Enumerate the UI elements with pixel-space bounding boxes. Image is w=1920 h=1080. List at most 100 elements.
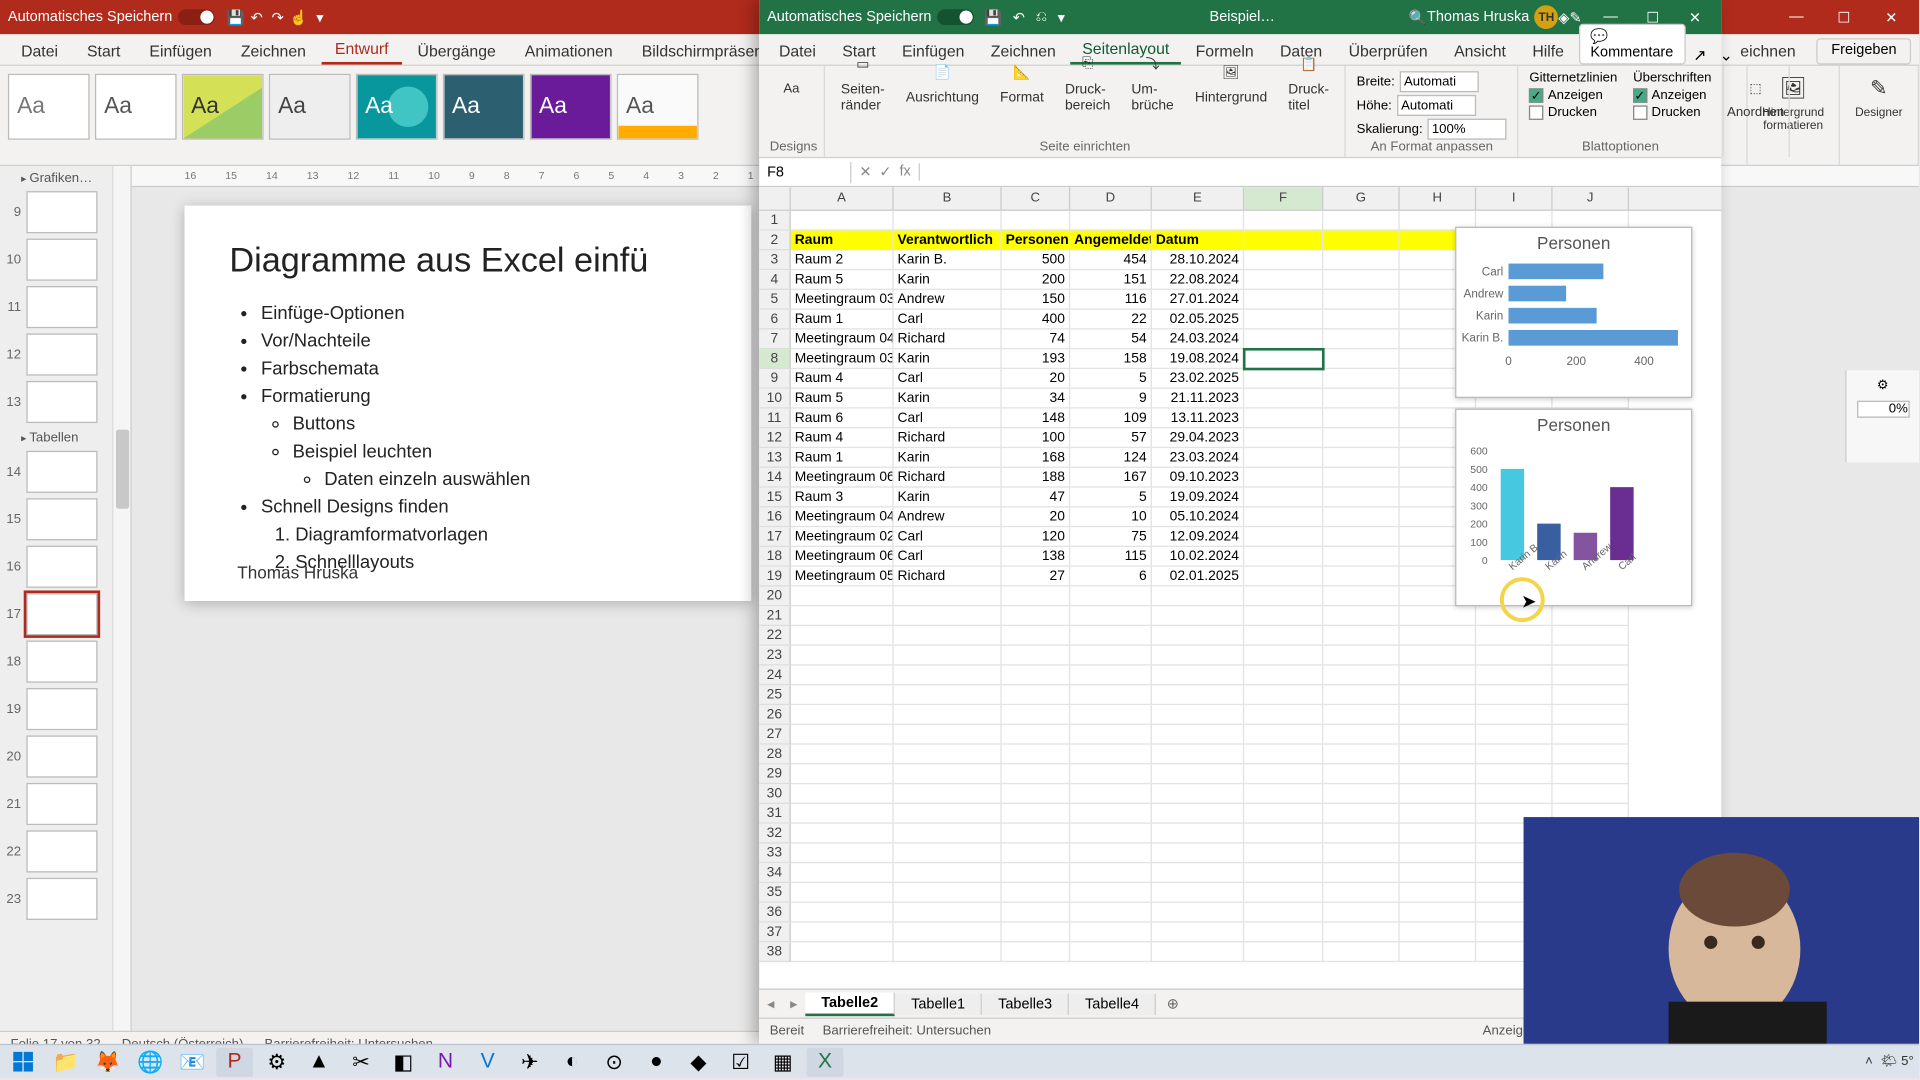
rownum[interactable]: 4: [759, 270, 791, 290]
colhdr-E[interactable]: E: [1152, 187, 1244, 209]
tray-up-icon[interactable]: ˄: [1865, 1054, 1873, 1068]
tab-datei[interactable]: Datei: [8, 38, 71, 64]
cell[interactable]: [1400, 685, 1476, 705]
name-box[interactable]: F8: [759, 161, 851, 182]
cell[interactable]: [1070, 705, 1152, 725]
rownum[interactable]: 8: [759, 349, 791, 369]
rownum[interactable]: 2: [759, 231, 791, 251]
cell[interactable]: [1553, 646, 1629, 666]
cell[interactable]: [1070, 211, 1152, 231]
cell[interactable]: [1323, 290, 1399, 310]
cell[interactable]: [1244, 488, 1323, 508]
cell[interactable]: [1244, 764, 1323, 784]
cell[interactable]: Meetingraum 05: [791, 567, 894, 587]
cell[interactable]: [1152, 626, 1244, 646]
cell[interactable]: [1323, 587, 1399, 607]
cell[interactable]: [1002, 883, 1071, 903]
cell[interactable]: 115: [1070, 547, 1152, 567]
cell[interactable]: [1400, 903, 1476, 923]
cell[interactable]: 12.09.2024: [1152, 527, 1244, 547]
cell[interactable]: [1553, 705, 1629, 725]
cell[interactable]: [1323, 725, 1399, 745]
theme-5[interactable]: Aa: [356, 74, 438, 140]
cell[interactable]: [791, 804, 894, 824]
rownum[interactable]: 38: [759, 942, 791, 962]
cell[interactable]: [1476, 646, 1552, 666]
cell[interactable]: [1070, 844, 1152, 864]
cell[interactable]: 109: [1070, 409, 1152, 429]
cell[interactable]: [1002, 606, 1071, 626]
cell[interactable]: [894, 646, 1002, 666]
cell[interactable]: 21.11.2023: [1152, 389, 1244, 409]
cell[interactable]: [791, 903, 894, 923]
accept-fx-icon[interactable]: ✓: [879, 163, 891, 180]
cell[interactable]: [1070, 666, 1152, 686]
cell[interactable]: 34: [1002, 389, 1071, 409]
cell[interactable]: [1476, 784, 1552, 804]
designs-button[interactable]: Aa: [770, 71, 813, 105]
cell[interactable]: [1244, 705, 1323, 725]
cell[interactable]: 19.08.2024: [1152, 349, 1244, 369]
colhdr-J[interactable]: J: [1553, 187, 1629, 209]
more-icon[interactable]: ▾: [309, 7, 330, 28]
app-icon-8[interactable]: ▦: [764, 1047, 801, 1076]
cell[interactable]: [1400, 804, 1476, 824]
cell[interactable]: [1323, 764, 1399, 784]
cell[interactable]: [1152, 923, 1244, 943]
cell[interactable]: [1553, 626, 1629, 646]
cell[interactable]: 9: [1070, 389, 1152, 409]
cell[interactable]: 500: [1002, 250, 1071, 270]
cell[interactable]: 124: [1070, 448, 1152, 468]
cell[interactable]: [1323, 903, 1399, 923]
cell[interactable]: [1476, 606, 1552, 626]
cell[interactable]: [1323, 428, 1399, 448]
cell[interactable]: [1152, 764, 1244, 784]
cell[interactable]: Raum 5: [791, 389, 894, 409]
cell[interactable]: [1323, 863, 1399, 883]
cell[interactable]: Karin: [894, 270, 1002, 290]
cell[interactable]: [1244, 567, 1323, 587]
gitter-anzeigen-checkbox[interactable]: ✓Anzeigen: [1529, 88, 1617, 102]
cell[interactable]: [1070, 824, 1152, 844]
cell[interactable]: [1070, 745, 1152, 765]
cell[interactable]: [1002, 587, 1071, 607]
vscode-icon[interactable]: V: [469, 1047, 506, 1076]
cell[interactable]: [791, 626, 894, 646]
cell[interactable]: [791, 844, 894, 864]
cell[interactable]: Richard: [894, 468, 1002, 488]
cell[interactable]: Raum 5: [791, 270, 894, 290]
fx-icon[interactable]: fx: [899, 163, 910, 180]
cell[interactable]: [1323, 310, 1399, 330]
cell[interactable]: Karin: [894, 488, 1002, 508]
collapse-ribbon-icon[interactable]: ⌄: [1714, 46, 1738, 64]
cell[interactable]: [1400, 705, 1476, 725]
rownum[interactable]: 3: [759, 250, 791, 270]
cell[interactable]: [791, 211, 894, 231]
cell[interactable]: 120: [1002, 527, 1071, 547]
cell[interactable]: [1323, 824, 1399, 844]
cell[interactable]: 47: [1002, 488, 1071, 508]
cell[interactable]: 188: [1002, 468, 1071, 488]
format-button[interactable]: 📐Format: [995, 55, 1049, 108]
cell[interactable]: [1070, 685, 1152, 705]
cell[interactable]: [1244, 211, 1323, 231]
cell[interactable]: [1070, 942, 1152, 962]
kommentare-button[interactable]: 💬 Kommentare: [1578, 24, 1685, 65]
cell[interactable]: 193: [1002, 349, 1071, 369]
breite-input[interactable]: [1400, 71, 1479, 92]
cell[interactable]: 22: [1070, 310, 1152, 330]
taskbar[interactable]: 📁 🦊 🌐 📧 P ⚙ ▲ ✂ ◧ N V ✈ ◐ ⊙ ● ◆ ☑ ▦ X ˄ …: [0, 1044, 1919, 1078]
thumb-11[interactable]: 11: [0, 283, 130, 330]
app-icon-6[interactable]: ◆: [680, 1047, 717, 1076]
cell[interactable]: [1070, 725, 1152, 745]
cell[interactable]: Raum 1: [791, 448, 894, 468]
rownum[interactable]: 19: [759, 567, 791, 587]
cell[interactable]: [1553, 764, 1629, 784]
cell[interactable]: [1476, 705, 1552, 725]
cell[interactable]: [1152, 666, 1244, 686]
touch-icon[interactable]: ☝: [288, 7, 309, 28]
cell[interactable]: [1070, 863, 1152, 883]
cell[interactable]: 400: [1002, 310, 1071, 330]
cell[interactable]: 158: [1070, 349, 1152, 369]
cell[interactable]: [1323, 666, 1399, 686]
